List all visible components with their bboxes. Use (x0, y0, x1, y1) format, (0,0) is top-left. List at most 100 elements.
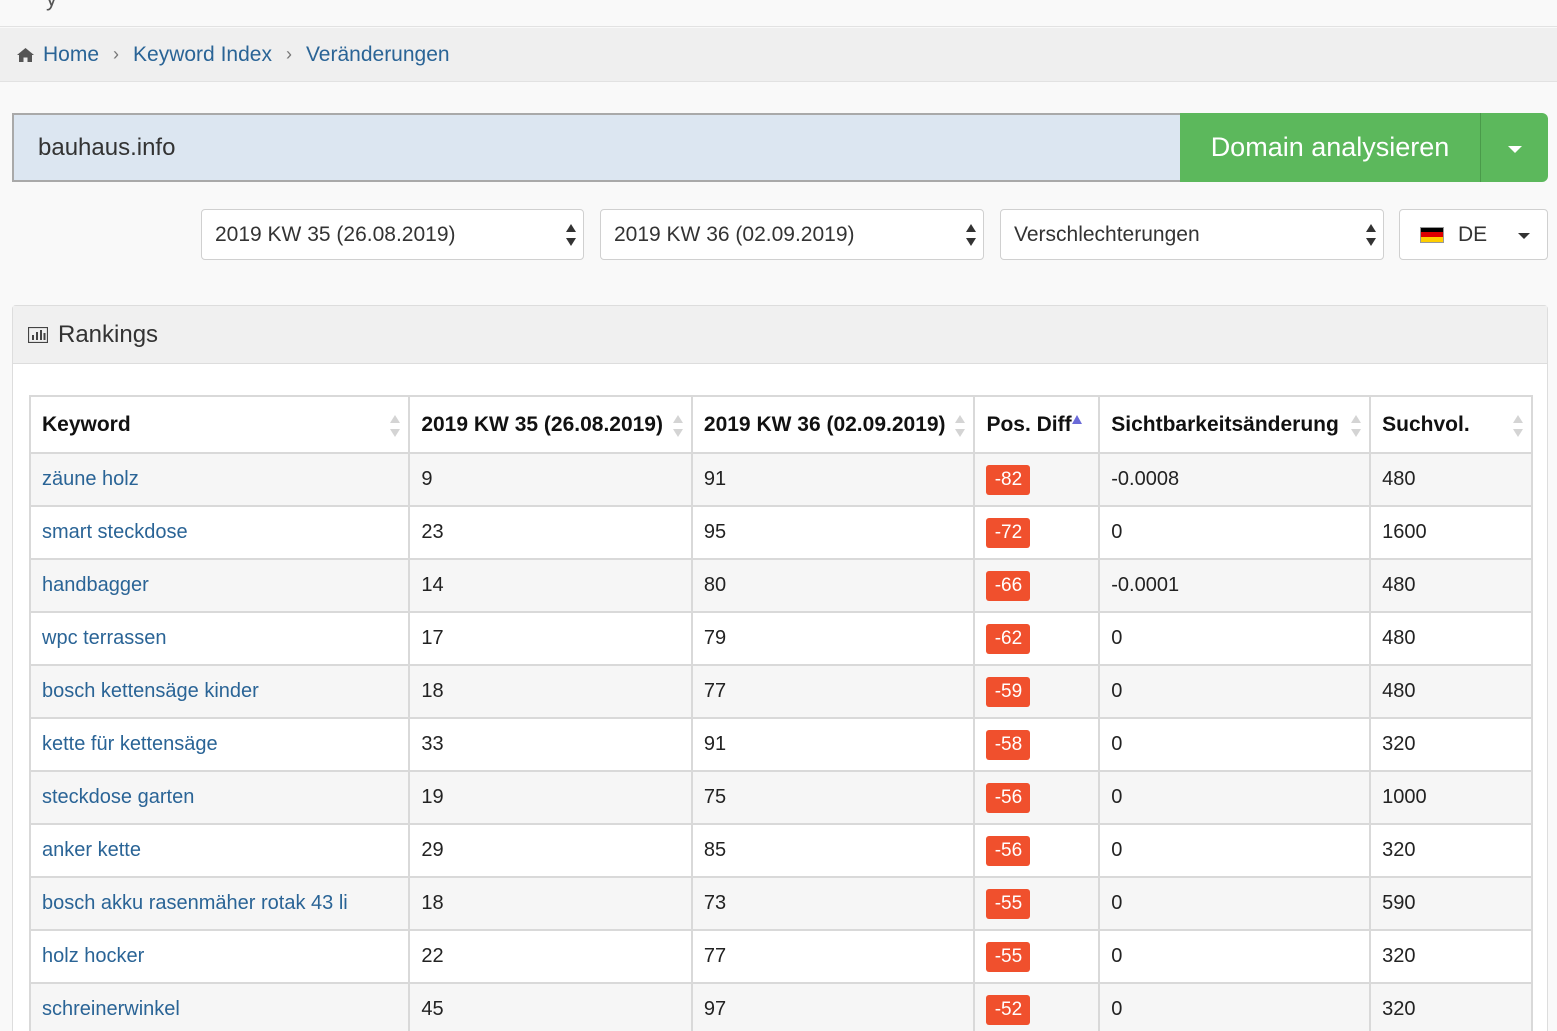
analyze-options-dropdown-button[interactable] (1481, 113, 1548, 182)
visibility-change: 0 (1098, 929, 1372, 984)
keyword-link[interactable]: kette für kettensäge (42, 733, 218, 755)
keyword-link[interactable]: anker kette (42, 839, 141, 861)
column-header-search-volume[interactable]: Suchvol. (1369, 395, 1533, 454)
sort-ascending-icon (1072, 415, 1083, 424)
select-arrows-icon (566, 224, 576, 246)
breadcrumb-changes[interactable]: Veränderungen (306, 43, 450, 67)
position-diff-badge: -66 (986, 570, 1031, 601)
column-header-week-to[interactable]: 2019 KW 36 (02.09.2019) (690, 395, 976, 454)
position-to: 97 (690, 982, 976, 1031)
sort-icon (1351, 415, 1362, 437)
keyword-link[interactable]: zäune holz (42, 468, 139, 490)
visibility-change: 0 (1098, 770, 1372, 825)
table-row: smart steckdose 23 95 -72 0 1600 (28, 505, 1533, 560)
position-from: 18 (408, 664, 693, 719)
position-to: 77 (690, 664, 976, 719)
table-row: wpc terrassen 17 79 -62 0 480 (28, 611, 1533, 666)
keyword-link[interactable]: steckdose garten (42, 786, 194, 808)
position-from: 17 (408, 611, 693, 666)
position-from: 18 (408, 876, 693, 931)
position-diff-badge: -59 (986, 676, 1031, 707)
column-header-week-from[interactable]: 2019 KW 35 (26.08.2019) (408, 395, 693, 454)
position-to: 91 (690, 452, 976, 507)
position-from: 19 (408, 770, 693, 825)
table-header-row: Keyword 2019 KW 35 (26.08.2019) 2019 KW … (28, 395, 1533, 454)
position-diff-badge: -55 (986, 888, 1031, 919)
column-header-visibility-change[interactable]: Sichtbarkeitsänderung (1098, 395, 1372, 454)
column-header-pos-diff[interactable]: Pos. Diff (973, 395, 1101, 454)
table-row: bosch kettensäge kinder 18 77 -59 0 480 (28, 664, 1533, 719)
breadcrumb: Home › Keyword Index › Veränderungen (0, 28, 1557, 82)
position-diff-badge: -72 (986, 517, 1031, 548)
position-to: 95 (690, 505, 976, 560)
panel-title: Rankings (58, 320, 159, 348)
sort-icon (672, 415, 683, 437)
table-row: bosch akku rasenmäher rotak 43 li 18 73 … (28, 876, 1533, 931)
keyword-link[interactable]: smart steckdose (42, 521, 188, 543)
position-from: 14 (408, 558, 693, 613)
position-diff-badge: -58 (986, 729, 1031, 760)
visibility-change: 0 (1098, 876, 1372, 931)
search-volume: 320 (1369, 717, 1533, 772)
select-arrows-icon (966, 224, 976, 246)
position-from: 9 (408, 452, 693, 507)
table-row: zäune holz 9 91 -82 -0.0008 480 (28, 452, 1533, 507)
bar-chart-icon (28, 326, 48, 343)
position-to: 91 (690, 717, 976, 772)
country-select[interactable]: DE (1399, 209, 1548, 260)
table-row: anker kette 29 85 -56 0 320 (28, 823, 1533, 878)
visibility-change: 0 (1098, 664, 1372, 719)
week-from-select[interactable]: 2019 KW 35 (26.08.2019) (201, 209, 584, 260)
keyword-link[interactable]: wpc terrassen (42, 627, 167, 649)
top-bar-glyph: y (46, 0, 57, 12)
visibility-change: -0.0001 (1098, 558, 1372, 613)
position-to: 73 (690, 876, 976, 931)
search-volume: 1600 (1369, 505, 1533, 560)
change-type-select[interactable]: Verschlechterungen (1000, 209, 1384, 260)
search-volume: 320 (1369, 929, 1533, 984)
position-diff-badge: -56 (986, 835, 1031, 866)
sort-icon (955, 415, 966, 437)
position-diff-badge: -55 (986, 941, 1031, 972)
table-row: steckdose garten 19 75 -56 0 1000 (28, 770, 1533, 825)
breadcrumb-home[interactable]: Home (43, 43, 99, 67)
sort-icon (390, 415, 401, 437)
week-to-select[interactable]: 2019 KW 36 (02.09.2019) (600, 209, 984, 260)
visibility-change: -0.0008 (1098, 452, 1372, 507)
position-from: 23 (408, 505, 693, 560)
table-row: handbagger 14 80 -66 -0.0001 480 (28, 558, 1533, 613)
visibility-change: 0 (1098, 982, 1372, 1031)
change-type-value: Verschlechterungen (1014, 222, 1200, 246)
panel-heading: Rankings (13, 306, 1547, 364)
visibility-change: 0 (1098, 823, 1372, 878)
position-from: 45 (408, 982, 693, 1031)
position-to: 85 (690, 823, 976, 878)
search-volume: 1000 (1369, 770, 1533, 825)
analyze-domain-button[interactable]: Domain analysieren (1180, 113, 1481, 182)
visibility-change: 0 (1098, 717, 1372, 772)
search-volume: 480 (1369, 611, 1533, 666)
week-to-value: 2019 KW 36 (02.09.2019) (614, 222, 855, 246)
breadcrumb-keyword-index[interactable]: Keyword Index (133, 43, 272, 67)
position-to: 77 (690, 929, 976, 984)
position-from: 22 (408, 929, 693, 984)
column-header-keyword[interactable]: Keyword (28, 395, 411, 454)
chevron-down-icon (1508, 146, 1522, 153)
domain-input[interactable] (12, 113, 1180, 182)
visibility-change: 0 (1098, 611, 1372, 666)
search-volume: 590 (1369, 876, 1533, 931)
keyword-link[interactable]: bosch kettensäge kinder (42, 680, 259, 702)
keyword-link[interactable]: holz hocker (42, 945, 144, 967)
country-value: DE (1458, 222, 1488, 246)
rankings-table: Keyword 2019 KW 35 (26.08.2019) 2019 KW … (28, 395, 1533, 1031)
keyword-link[interactable]: bosch akku rasenmäher rotak 43 li (42, 892, 348, 914)
keyword-link[interactable]: schreinerwinkel (42, 998, 180, 1020)
table-row: schreinerwinkel 45 97 -52 0 320 (28, 982, 1533, 1031)
search-volume: 320 (1369, 982, 1533, 1031)
rankings-panel: Rankings Keyword 2019 KW 35 (26.08.2019)… (12, 305, 1548, 1031)
select-arrows-icon (1366, 224, 1376, 246)
search-volume: 480 (1369, 452, 1533, 507)
search-volume: 480 (1369, 558, 1533, 613)
keyword-link[interactable]: handbagger (42, 574, 149, 596)
home-icon (17, 47, 34, 62)
